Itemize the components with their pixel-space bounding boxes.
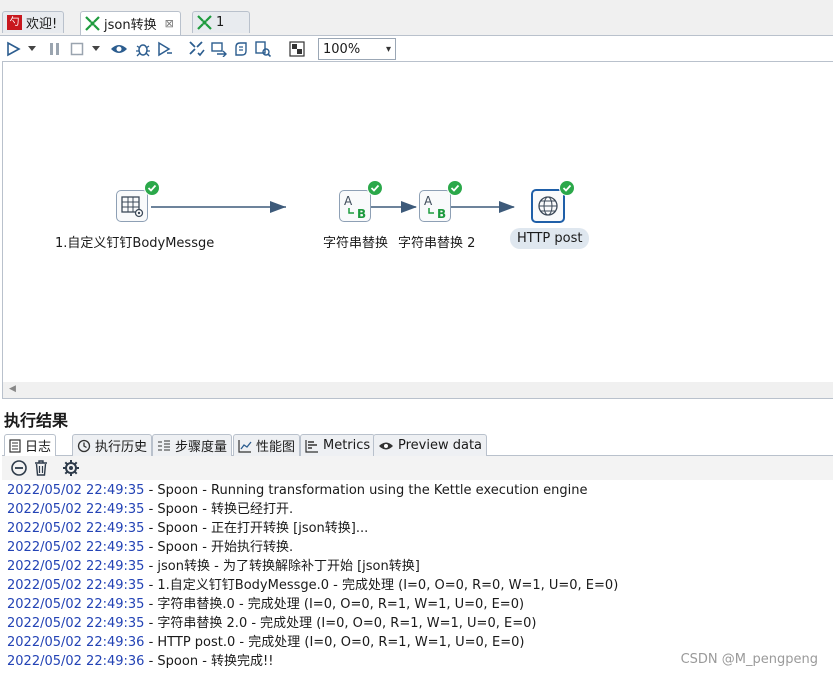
log-line: 2022/05/02 22:49:35 - json转换 - 为了转换解除补丁开…	[7, 559, 420, 574]
hop-arrow[interactable]	[451, 201, 515, 213]
log-line: 2022/05/02 22:49:35 - Spoon - 开始执行转换.	[7, 540, 294, 555]
tab-step-metrics[interactable]: 步骤度量	[152, 434, 233, 456]
transformation-icon	[85, 16, 100, 31]
hop-arrow[interactable]	[371, 201, 417, 213]
run-options-dropdown-icon[interactable]	[26, 40, 38, 58]
hops-layer	[151, 201, 515, 213]
eye-icon	[379, 442, 393, 449]
verify-icon[interactable]	[188, 40, 206, 58]
tab-label: 欢迎!	[26, 17, 58, 32]
pause-icon[interactable]	[46, 40, 64, 58]
stop-icon[interactable]	[68, 40, 86, 58]
step-http-post[interactable]	[531, 189, 565, 223]
tab-metrics[interactable]: Metrics	[300, 434, 376, 456]
run-icon[interactable]	[4, 40, 22, 58]
hop-arrow[interactable]	[151, 201, 286, 213]
show-results-icon[interactable]	[288, 40, 306, 58]
tab-log[interactable]: 日志	[4, 434, 57, 456]
log-line: 2022/05/02 22:49:35 - Spoon - Running tr…	[7, 483, 588, 498]
zoom-select[interactable]: 100% ▾	[318, 38, 396, 60]
tab-label: 执行历史	[95, 440, 148, 455]
step-label: 字符串替换 2	[398, 236, 476, 251]
log-icon	[9, 438, 21, 453]
log-line: 2022/05/02 22:49:35 - 字符串替换 2.0 - 完成处理 (…	[7, 616, 537, 631]
log-line: 2022/05/02 22:49:35 - 1.自定义钉钉BodyMessge.…	[7, 578, 619, 593]
tab-label: 日志	[25, 440, 52, 455]
watermark: CSDN @M_pengpeng	[680, 652, 818, 667]
step-metrics-icon	[158, 439, 170, 451]
replace-string-icon: A B	[344, 194, 366, 221]
svg-text:A: A	[344, 194, 353, 208]
clear-log-icon[interactable]	[10, 459, 28, 477]
step-table-input[interactable]	[116, 190, 148, 222]
svg-text:B: B	[437, 207, 446, 221]
gear-icon[interactable]	[62, 459, 80, 477]
step-label: 1.自定义钉钉BodyMessge	[55, 236, 215, 251]
log-toolbar	[2, 456, 833, 480]
perf-chart-icon	[238, 439, 252, 453]
replace-string-icon: A B	[424, 194, 446, 221]
spoon-window: 勺 欢迎! json转换 ⊠ 1 100% ▾ 1.自定义钉钉BodyMessg…	[0, 0, 833, 680]
transformation-canvas[interactable]: 1.自定义钉钉BodyMessge A B 字符串替换 A B 字符串替换 2	[2, 61, 833, 399]
tab-json-transformation[interactable]: json转换 ⊠	[80, 11, 181, 35]
tab-label: Metrics	[323, 438, 371, 453]
debug-icon[interactable]	[134, 40, 152, 58]
status-ok-icon	[447, 180, 463, 196]
status-ok-icon	[367, 180, 383, 196]
log-line: 2022/05/02 22:49:35 - Spoon - 转换已经打开.	[7, 502, 294, 517]
tab-label: 步骤度量	[175, 440, 228, 455]
globe-icon	[538, 196, 558, 216]
table-gear-icon	[121, 196, 144, 218]
svg-text:A: A	[424, 194, 433, 208]
trash-icon[interactable]	[32, 459, 50, 477]
log-line: 2022/05/02 22:49:36 - Spoon - 转换完成!!	[7, 654, 274, 669]
step-replace-string-2[interactable]: A B	[419, 190, 451, 222]
sql-icon[interactable]	[232, 40, 250, 58]
step-label: 字符串替换	[323, 236, 389, 251]
status-ok-icon	[144, 180, 160, 196]
svg-text:B: B	[357, 207, 366, 221]
log-line: 2022/05/02 22:49:35 - 字符串替换.0 - 完成处理 (I=…	[7, 597, 525, 612]
tab-execution-history[interactable]: 执行历史	[72, 434, 153, 456]
metrics-icon	[305, 439, 318, 453]
close-tab-icon[interactable]: ⊠	[165, 17, 174, 30]
scroll-left-icon[interactable]: ◀	[9, 384, 16, 394]
results-tabs: 日志 执行历史 步骤度量 性能图 Metrics Preview data	[2, 432, 833, 456]
zoom-value: 100%	[323, 41, 361, 57]
transformation-icon	[197, 15, 212, 30]
tab-performance-chart[interactable]: 性能图	[233, 434, 301, 456]
log-line: 2022/05/02 22:49:35 - Spoon - 正在打开转换 [js…	[7, 521, 369, 536]
spoon-icon: 勺	[7, 15, 22, 30]
horizontal-scrollbar[interactable]: ◀	[3, 382, 833, 398]
transformation-toolbar: 100% ▾	[0, 35, 833, 61]
tab-1[interactable]: 1	[192, 11, 250, 33]
editor-tab-strip: 勺 欢迎! json转换 ⊠ 1	[0, 0, 833, 37]
tab-welcome[interactable]: 勺 欢迎!	[2, 11, 65, 33]
explore-database-icon[interactable]	[254, 40, 272, 58]
preview-icon[interactable]	[110, 40, 128, 58]
chevron-down-icon: ▾	[385, 43, 391, 55]
tab-label: json转换	[104, 18, 157, 33]
log-line: 2022/05/02 22:49:36 - HTTP post.0 - 完成处理…	[7, 635, 525, 650]
tab-preview-data[interactable]: Preview data	[373, 434, 488, 456]
step-label-selected: HTTP post	[510, 228, 590, 249]
log-output[interactable]: 2022/05/02 22:49:35 - Spoon - Running tr…	[2, 480, 833, 680]
stop-options-dropdown-icon[interactable]	[90, 40, 102, 58]
replay-icon[interactable]	[156, 40, 174, 58]
results-panel-title: 执行结果	[4, 411, 69, 430]
step-replace-string[interactable]: A B	[339, 190, 371, 222]
status-ok-icon	[559, 180, 575, 196]
tab-label: 1	[216, 15, 225, 30]
tab-label: 性能图	[256, 440, 296, 455]
history-icon	[77, 439, 91, 452]
tab-label: Preview data	[398, 438, 483, 453]
impact-icon[interactable]	[210, 40, 228, 58]
